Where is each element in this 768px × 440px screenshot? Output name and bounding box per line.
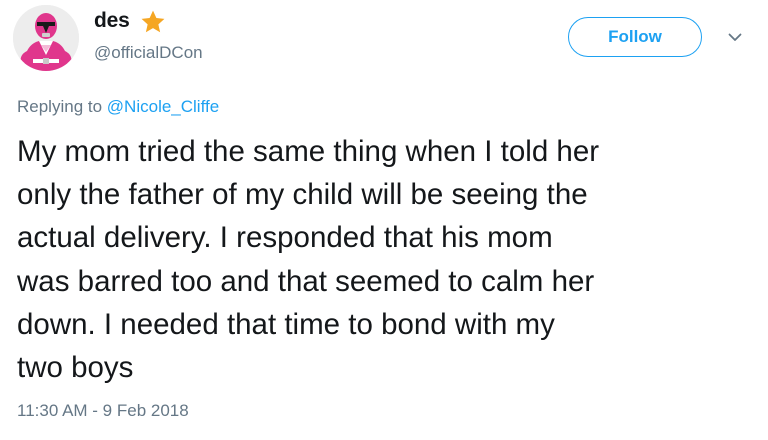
tweet-text-line: two boys [17, 351, 134, 385]
tweet-text-line: actual delivery. I responded that his mo… [17, 221, 553, 255]
pink-ranger-avatar-icon [13, 5, 79, 71]
reply-context: Replying to @Nicole_Cliffe [17, 97, 219, 117]
tweet-text-line: only the father of my child will be seei… [17, 178, 588, 212]
tweet-text-line: down. I needed that time to bond with my [17, 307, 555, 341]
follow-button[interactable]: Follow [568, 17, 702, 57]
avatar[interactable] [13, 5, 79, 71]
reply-mention-link[interactable]: @Nicole_Cliffe [107, 97, 219, 116]
tweet-timestamp[interactable]: 11:30 AM - 9 Feb 2018 [17, 401, 189, 421]
tweet-text: My mom tried the same thing when I told … [17, 130, 757, 389]
user-handle[interactable]: @officialDCon [94, 43, 203, 63]
tweet-card: des @officialDCon Follow Replying to @Ni… [0, 0, 768, 440]
reply-prefix: Replying to [17, 97, 103, 116]
tweet-text-line: was barred too and that seemed to calm h… [17, 264, 595, 298]
chevron-down-icon[interactable] [727, 29, 743, 45]
tweet-text-line: My mom tried the same thing when I told … [17, 135, 600, 168]
star-icon [141, 10, 165, 33]
display-name[interactable]: des [94, 9, 130, 33]
